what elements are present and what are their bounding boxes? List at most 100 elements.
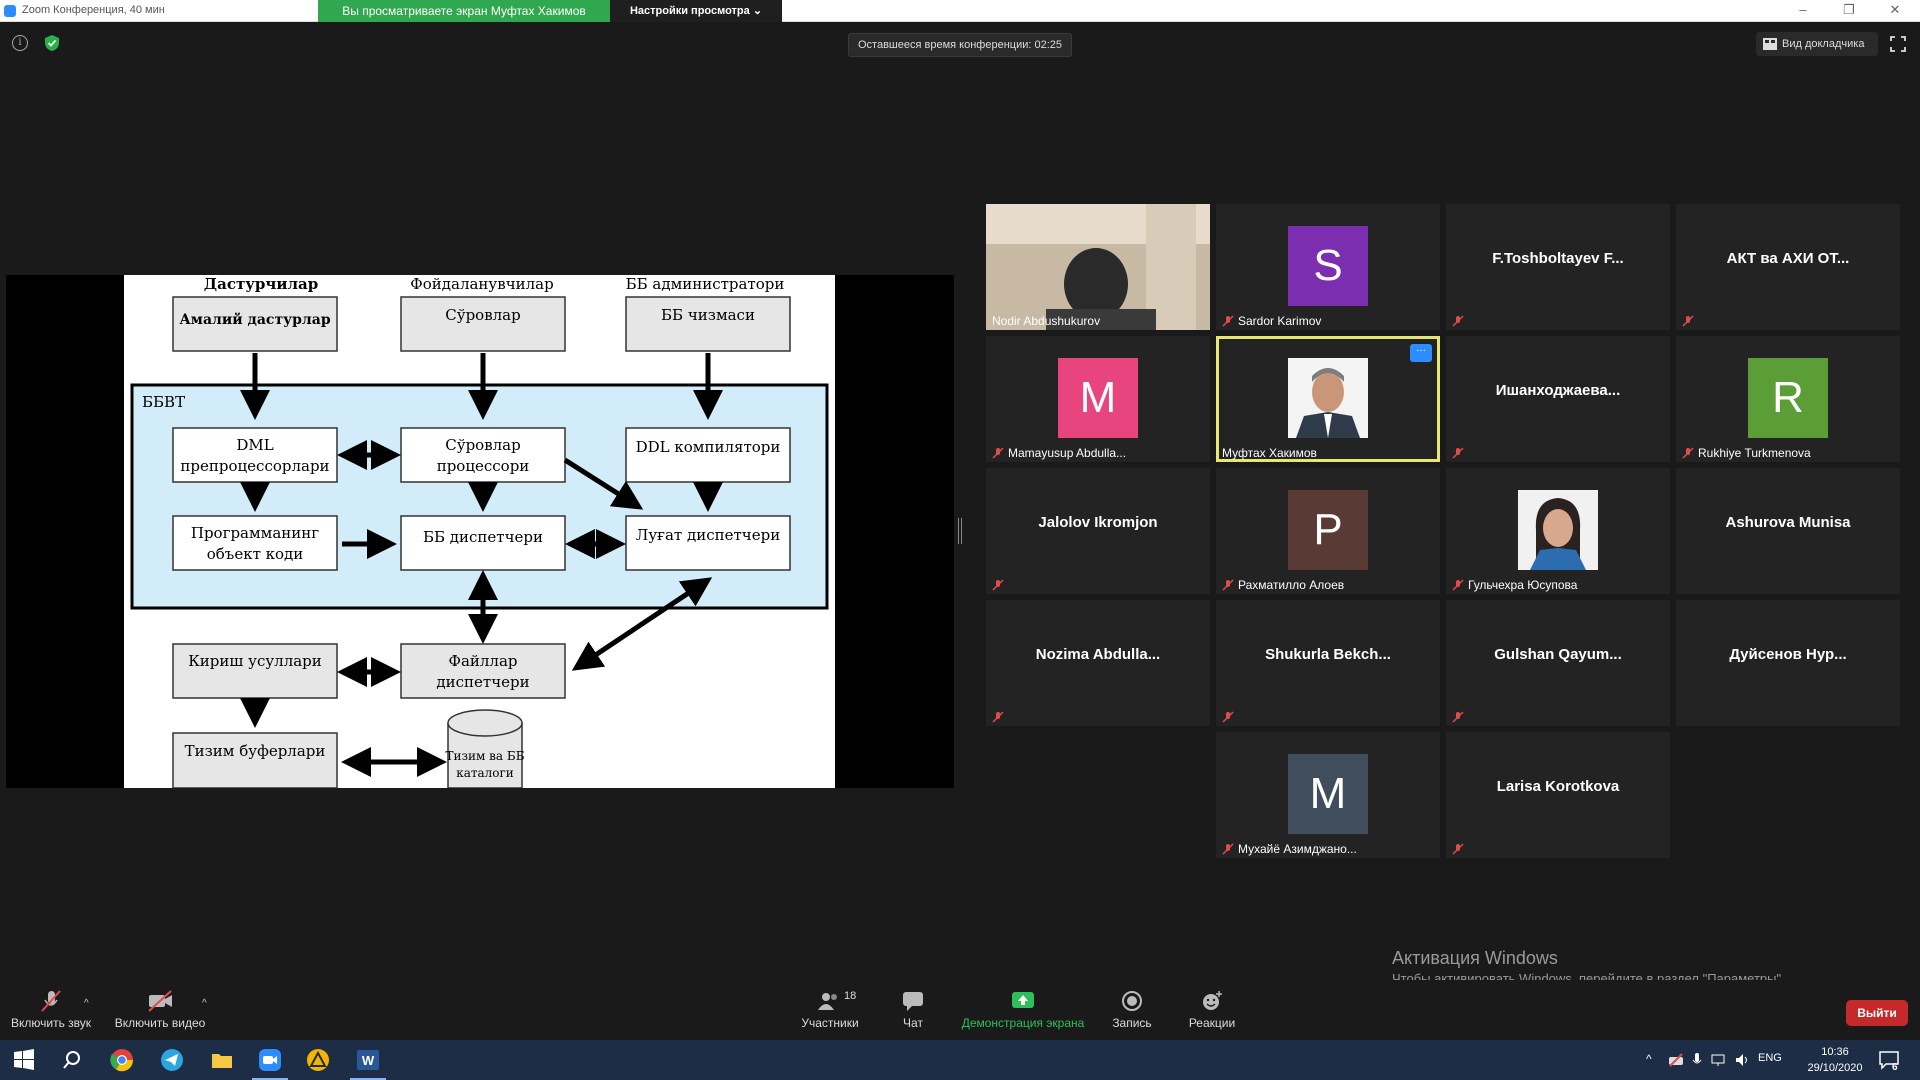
- participant-tile[interactable]: M Mamayusup Abdulla...: [986, 336, 1210, 462]
- participant-tile[interactable]: Дуйсенов Нур...: [1676, 600, 1900, 726]
- muted-mic-icon: [1452, 843, 1464, 855]
- more-options-button[interactable]: ···: [1410, 344, 1432, 362]
- participant-tile[interactable]: Nozima Abdulla...: [986, 600, 1210, 726]
- share-screen-label: Демонстрация экрана: [961, 1016, 1085, 1030]
- reactions-button[interactable]: Реакции: [1180, 980, 1244, 1040]
- muted-mic-icon: [992, 447, 1004, 459]
- unmute-button[interactable]: Включить звук: [6, 980, 96, 1040]
- telegram-icon[interactable]: [160, 1048, 184, 1072]
- info-icon[interactable]: i: [12, 35, 28, 51]
- participant-name: Муфтах Хакимов: [1222, 446, 1317, 460]
- participant-tile[interactable]: M Мухайё Азимджано...: [1216, 732, 1440, 858]
- share-screen-icon: [1012, 992, 1034, 1008]
- db-catalog-line1: Тизим ва ББ: [445, 749, 524, 763]
- warning-app-icon[interactable]: [306, 1048, 330, 1072]
- speaker-view-button[interactable]: Вид докладчика: [1756, 32, 1878, 56]
- minimize-button[interactable]: –: [1780, 0, 1826, 22]
- activation-title: Активация Windows: [1392, 948, 1558, 968]
- box-objcode-line1: Программанинг: [191, 524, 319, 542]
- audio-options-caret-icon[interactable]: ^: [84, 998, 89, 1009]
- participant-name: Гульчехра Юсупова: [1468, 578, 1578, 592]
- network-icon[interactable]: [1710, 1052, 1726, 1068]
- chat-button[interactable]: Чат: [886, 980, 940, 1040]
- participant-tile[interactable]: Ишанходжаева...: [1446, 336, 1670, 462]
- box-objcode-line2: объект коди: [207, 545, 304, 563]
- close-button[interactable]: ✕: [1872, 0, 1918, 22]
- chevron-down-icon: ⌄: [752, 5, 763, 17]
- file-explorer-icon[interactable]: [210, 1048, 234, 1072]
- grid-icon: [1763, 38, 1777, 50]
- avatar: M: [1288, 754, 1368, 834]
- box-input-methods: Кириш усуллари: [188, 652, 322, 670]
- participant-name: Gulshan Qayum...: [1494, 646, 1622, 663]
- record-label: Запись: [1112, 1016, 1152, 1030]
- participant-tile[interactable]: Nodir Abdushukurov: [986, 204, 1210, 330]
- start-video-button[interactable]: Включить видео: [112, 980, 208, 1040]
- box-db-schema: ББ чизмаси: [661, 306, 755, 324]
- participant-tile[interactable]: F.Toshboltayev F...: [1446, 204, 1670, 330]
- zoom-app-icon[interactable]: [258, 1048, 282, 1072]
- taskbar-clock[interactable]: 10:36 29/10/2020: [1800, 1044, 1870, 1076]
- reactions-label: Реакции: [1188, 1016, 1236, 1030]
- box-application-programs: Амалий дастурлар: [179, 311, 330, 328]
- system-tray: ^ ENG: [1646, 1040, 1786, 1080]
- chevron-up-icon[interactable]: ^: [1646, 1052, 1652, 1066]
- participant-tile[interactable]: АКТ ва АХИ ОТ...: [1676, 204, 1900, 330]
- leave-meeting-button[interactable]: Выйти: [1846, 1000, 1908, 1026]
- volume-icon[interactable]: [1734, 1052, 1750, 1068]
- screen-share-banner: Вы просматриваете экран Муфтах Хакимов: [318, 0, 610, 22]
- microphone-icon[interactable]: [1692, 1052, 1702, 1068]
- muted-mic-icon: [1452, 315, 1464, 327]
- participant-tile[interactable]: Larisa Korotkova: [1446, 732, 1670, 858]
- meeting-toolbar: Включить звук ^ Включить видео ^ Участни…: [0, 980, 1920, 1040]
- network-app-icon[interactable]: [1668, 1052, 1684, 1068]
- participant-tile[interactable]: Гульчехра Юсупова: [1446, 468, 1670, 594]
- window-titlebar: Zoom Конференция, 40 мин Вы просматривае…: [0, 0, 1920, 22]
- share-screen-button[interactable]: Демонстрация экрана: [958, 980, 1088, 1040]
- db-catalog-line2: каталоги: [456, 766, 514, 780]
- header-users: Фойдаланувчилар: [410, 275, 553, 293]
- participants-button[interactable]: Участники 18: [794, 980, 866, 1040]
- participant-tile[interactable]: R Rukhiye Turkmenova: [1676, 336, 1900, 462]
- record-button[interactable]: Запись: [1104, 980, 1160, 1040]
- search-icon[interactable]: [60, 1048, 84, 1072]
- split-divider-handle[interactable]: [958, 518, 962, 544]
- notifications-count: 6: [1892, 1062, 1898, 1073]
- participant-tile[interactable]: Jalolov Ikromjon: [986, 468, 1210, 594]
- participant-name: Дуйсенов Нур...: [1729, 646, 1847, 663]
- word-icon[interactable]: W: [356, 1048, 380, 1072]
- participant-name: Rukhiye Turkmenova: [1698, 446, 1811, 460]
- muted-mic-icon: [1222, 843, 1234, 855]
- fullscreen-icon[interactable]: [1890, 36, 1906, 52]
- box-query-proc-line2: процессори: [437, 457, 530, 475]
- maximize-button[interactable]: ❐: [1826, 0, 1872, 22]
- avatar: S: [1288, 226, 1368, 306]
- participant-tile[interactable]: S Sardor Karimov: [1216, 204, 1440, 330]
- participant-tile[interactable]: Shukurla Bekch...: [1216, 600, 1440, 726]
- muted-mic-icon: [1682, 315, 1694, 327]
- view-options-button[interactable]: Настройки просмотра ⌄: [610, 0, 782, 22]
- participant-tile[interactable]: Gulshan Qayum...: [1446, 600, 1670, 726]
- participant-name: Nodir Abdushukurov: [992, 314, 1101, 328]
- chrome-icon[interactable]: [110, 1048, 134, 1072]
- muted-mic-icon: [1452, 711, 1464, 723]
- zoom-logo-icon: [4, 5, 16, 17]
- participant-name: АКТ ва АХИ ОТ...: [1726, 250, 1850, 267]
- chat-icon: [903, 992, 923, 1011]
- participant-tile-active-speaker[interactable]: ··· Муфтах Хакимов: [1216, 336, 1440, 462]
- participant-tile[interactable]: Ashurova Munisa: [1676, 468, 1900, 594]
- box-queries: Сўровлар: [445, 306, 520, 324]
- participant-name: Shukurla Bekch...: [1265, 646, 1391, 663]
- participant-tile[interactable]: P Рахматилло Алоев: [1216, 468, 1440, 594]
- participants-count: 18: [844, 990, 857, 1002]
- language-indicator[interactable]: ENG: [1758, 1052, 1782, 1064]
- unmute-label: Включить звук: [10, 1016, 92, 1030]
- muted-mic-icon: [1222, 711, 1234, 723]
- participant-name: Larisa Korotkova: [1496, 778, 1620, 795]
- shield-icon[interactable]: [44, 34, 60, 52]
- window-title: Zoom Конференция, 40 мин: [22, 4, 165, 16]
- video-options-caret-icon[interactable]: ^: [202, 998, 207, 1009]
- box-ddl: DDL компилятори: [636, 438, 781, 456]
- box-dml-line2: препроцессорлари: [180, 457, 329, 475]
- windows-start-icon[interactable]: [12, 1048, 36, 1072]
